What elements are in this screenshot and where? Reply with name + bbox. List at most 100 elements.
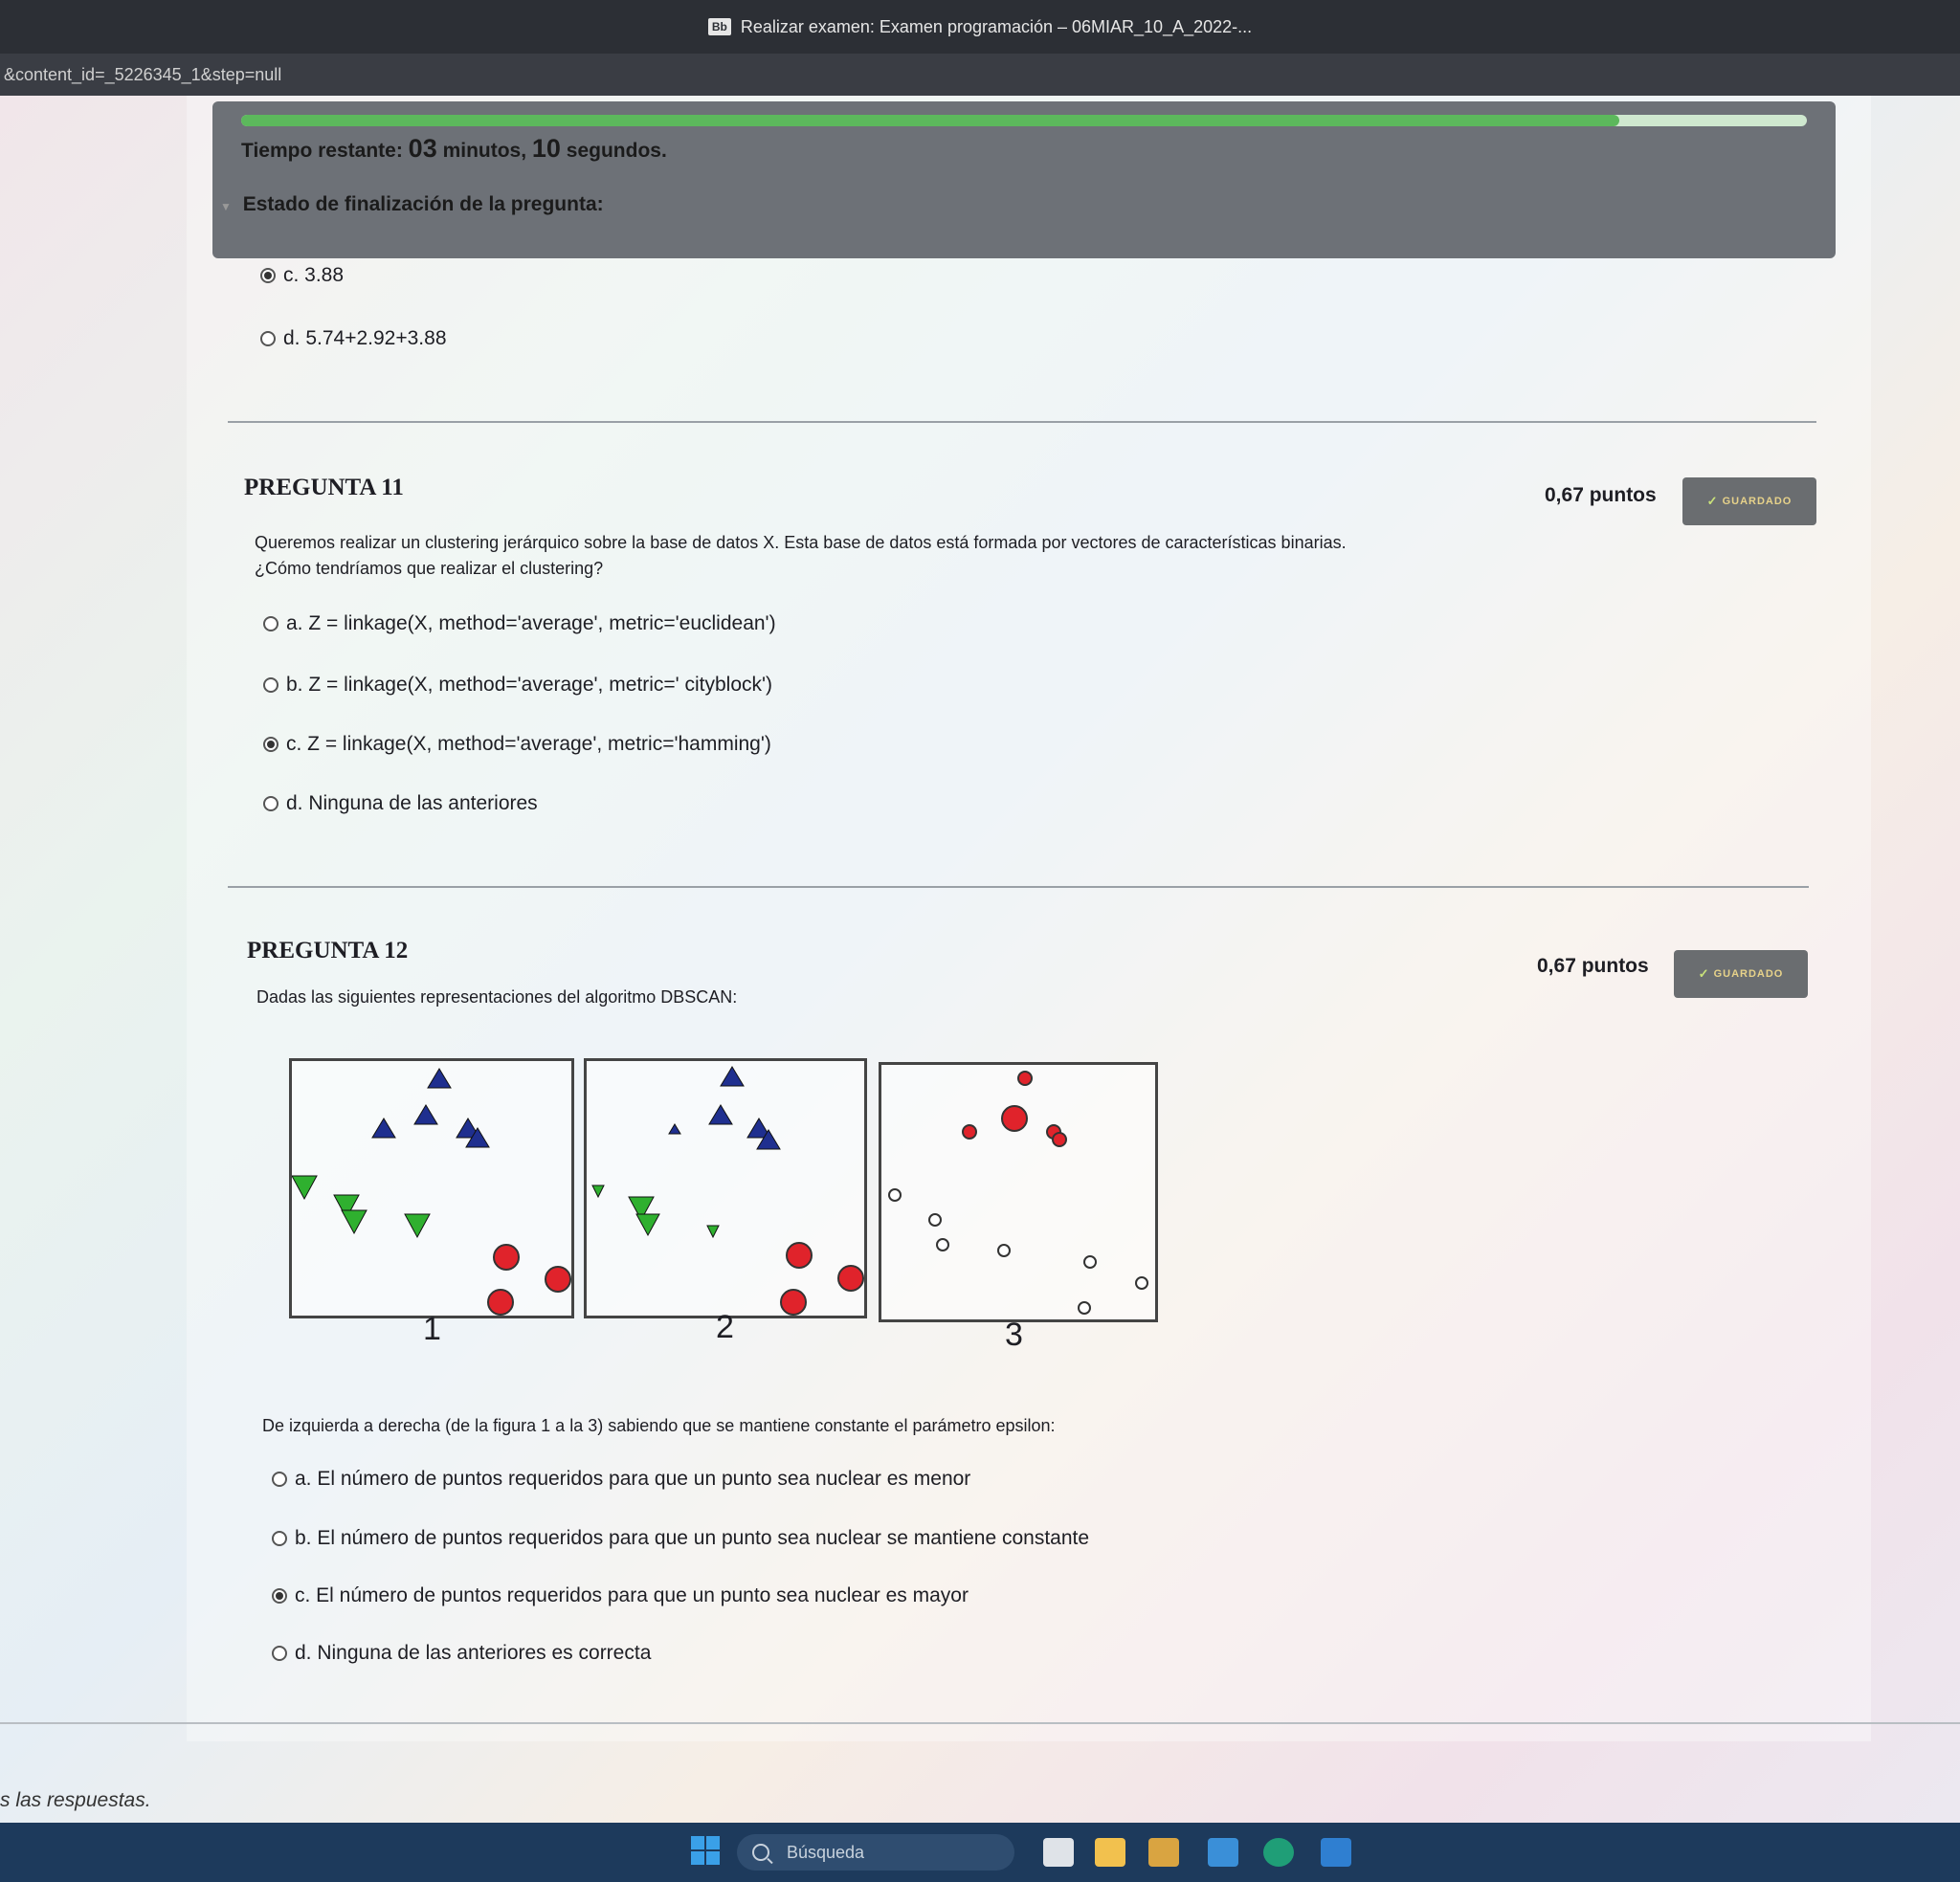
radio-button[interactable] xyxy=(263,737,278,752)
cloud-app-icon[interactable] xyxy=(1208,1838,1238,1867)
timer-seconds-label: segundos. xyxy=(566,140,667,162)
red-circle-point xyxy=(837,1265,864,1292)
radio-button[interactable] xyxy=(260,331,276,346)
taskbar: Búsqueda xyxy=(0,1823,1960,1882)
prev-option-d[interactable]: d. 5.74+2.92+3.88 xyxy=(260,327,447,350)
q11-option-b[interactable]: b. Z = linkage(X, method='average', metr… xyxy=(263,674,772,697)
noise-point xyxy=(1083,1255,1097,1269)
radio-button[interactable] xyxy=(263,796,278,811)
option-label: c. Z = linkage(X, method='average', metr… xyxy=(286,733,771,755)
noise-point xyxy=(1135,1276,1148,1290)
radio-button[interactable] xyxy=(263,677,278,693)
dbscan-figure-1 xyxy=(289,1058,574,1318)
red-circle-point xyxy=(545,1266,571,1293)
prev-option-c[interactable]: c. 3.88 xyxy=(260,264,344,287)
check-icon: ✓ xyxy=(1698,966,1710,981)
divider xyxy=(0,1722,1960,1724)
green-triangle-point xyxy=(591,1185,605,1199)
search-placeholder: Búsqueda xyxy=(787,1842,865,1862)
green-triangle-point xyxy=(341,1209,368,1235)
question-12-subtext: De izquierda a derecha (de la figura 1 a… xyxy=(262,1416,1056,1435)
completion-status-toggle[interactable]: ▼ Estado de finalización de la pregunta: xyxy=(220,193,604,216)
red-circle-point xyxy=(1017,1071,1033,1086)
red-circle-point xyxy=(1001,1105,1028,1132)
red-circle-point xyxy=(962,1124,977,1140)
noise-point xyxy=(928,1213,942,1227)
q12-option-c[interactable]: c. El número de puntos requeridos para q… xyxy=(272,1584,969,1607)
timer-seconds: 10 xyxy=(531,134,561,163)
q12-option-a[interactable]: a. El número de puntos requeridos para q… xyxy=(272,1468,970,1491)
radio-button[interactable] xyxy=(260,268,276,283)
url-bar[interactable]: &content_id=_5226345_1&step=null xyxy=(0,54,1960,96)
dbscan-figure-2 xyxy=(584,1058,867,1318)
blue-triangle-point xyxy=(720,1066,745,1087)
radio-button[interactable] xyxy=(272,1531,287,1546)
question-11-text: Queremos realizar un clustering jerárqui… xyxy=(255,533,1347,552)
green-triangle-point xyxy=(291,1175,318,1201)
red-circle-point xyxy=(780,1289,807,1316)
noise-point xyxy=(936,1238,949,1251)
figure-3-plot xyxy=(888,1071,1148,1315)
badge-label: GUARDADO xyxy=(1722,496,1793,507)
figure-3-label: 3 xyxy=(1005,1317,1023,1353)
radio-button[interactable] xyxy=(272,1588,287,1604)
divider xyxy=(228,421,1816,423)
blue-triangle-point xyxy=(668,1123,681,1135)
question-12-saved-badge: ✓ GUARDADO xyxy=(1674,950,1808,998)
noise-point xyxy=(997,1244,1011,1257)
question-12-title: PREGUNTA 12 xyxy=(247,938,409,963)
option-label: b. Z = linkage(X, method='average', metr… xyxy=(286,674,773,696)
red-circle-point xyxy=(493,1244,520,1271)
blue-triangle-point xyxy=(413,1104,438,1125)
red-circle-point xyxy=(786,1242,813,1269)
q12-option-d[interactable]: d. Ninguna de las anteriores es correcta xyxy=(272,1642,651,1665)
q12-option-b[interactable]: b. El número de puntos requeridos para q… xyxy=(272,1527,1089,1550)
question-11-points: 0,67 puntos xyxy=(1545,484,1657,506)
windows-start-icon[interactable] xyxy=(691,1836,722,1867)
q11-option-d[interactable]: d. Ninguna de las anteriores xyxy=(263,792,538,815)
browser-icon[interactable] xyxy=(1263,1838,1294,1867)
time-progress-bar xyxy=(241,115,1807,126)
footer-note: s las respuestas. xyxy=(0,1789,151,1811)
option-label: d. 5.74+2.92+3.88 xyxy=(283,327,447,349)
red-circle-point xyxy=(487,1289,514,1316)
completion-status-label: Estado de finalización de la pregunta: xyxy=(242,193,604,215)
question-12-text: Dadas las siguientes representaciones de… xyxy=(256,987,738,1007)
blue-triangle-point xyxy=(427,1068,452,1089)
question-11-subtext: ¿Cómo tendríamos que realizar el cluster… xyxy=(255,559,604,578)
timer-minutes: 03 xyxy=(408,134,437,163)
timer-minutes-label: minutos, xyxy=(442,140,527,162)
question-12-points: 0,67 puntos xyxy=(1537,955,1649,977)
dbscan-figure-3 xyxy=(879,1062,1158,1322)
file-explorer-icon[interactable] xyxy=(1095,1838,1125,1867)
option-label: c. El número de puntos requeridos para q… xyxy=(295,1584,969,1606)
store-icon[interactable] xyxy=(1148,1838,1179,1867)
green-triangle-point xyxy=(706,1225,720,1239)
url-text: &content_id=_5226345_1&step=null xyxy=(4,65,282,84)
badge-label: GUARDADO xyxy=(1713,968,1784,980)
radio-button[interactable] xyxy=(263,616,278,631)
taskview-icon[interactable] xyxy=(1043,1838,1074,1867)
radio-button[interactable] xyxy=(272,1472,287,1487)
divider xyxy=(228,886,1809,888)
noise-point xyxy=(888,1188,902,1202)
blackboard-icon: Bb xyxy=(707,18,731,35)
question-11-saved-badge: ✓ GUARDADO xyxy=(1682,477,1816,525)
question-11-title: PREGUNTA 11 xyxy=(244,475,404,500)
figure-1-label: 1 xyxy=(423,1311,441,1347)
option-label: a. El número de puntos requeridos para q… xyxy=(295,1468,971,1490)
option-label: b. El número de puntos requeridos para q… xyxy=(295,1527,1090,1549)
green-triangle-point xyxy=(635,1213,660,1237)
page-body: Tiempo restante: 03 minutos, 10 segundos… xyxy=(0,96,1960,1823)
taskbar-search[interactable]: Búsqueda xyxy=(737,1834,1014,1871)
figure-1-plot xyxy=(291,1068,571,1316)
timer-prefix: Tiempo restante: xyxy=(241,140,403,162)
timer-panel: Tiempo restante: 03 minutos, 10 segundos… xyxy=(212,101,1836,258)
vscode-icon[interactable] xyxy=(1321,1838,1351,1867)
q11-option-c[interactable]: c. Z = linkage(X, method='average', metr… xyxy=(263,733,771,756)
window-title: Realizar examen: Examen programación – 0… xyxy=(740,16,1253,36)
radio-button[interactable] xyxy=(272,1646,287,1661)
option-label: d. Ninguna de las anteriores xyxy=(286,792,538,814)
option-label: a. Z = linkage(X, method='average', metr… xyxy=(286,612,776,634)
q11-option-a[interactable]: a. Z = linkage(X, method='average', metr… xyxy=(263,612,776,635)
